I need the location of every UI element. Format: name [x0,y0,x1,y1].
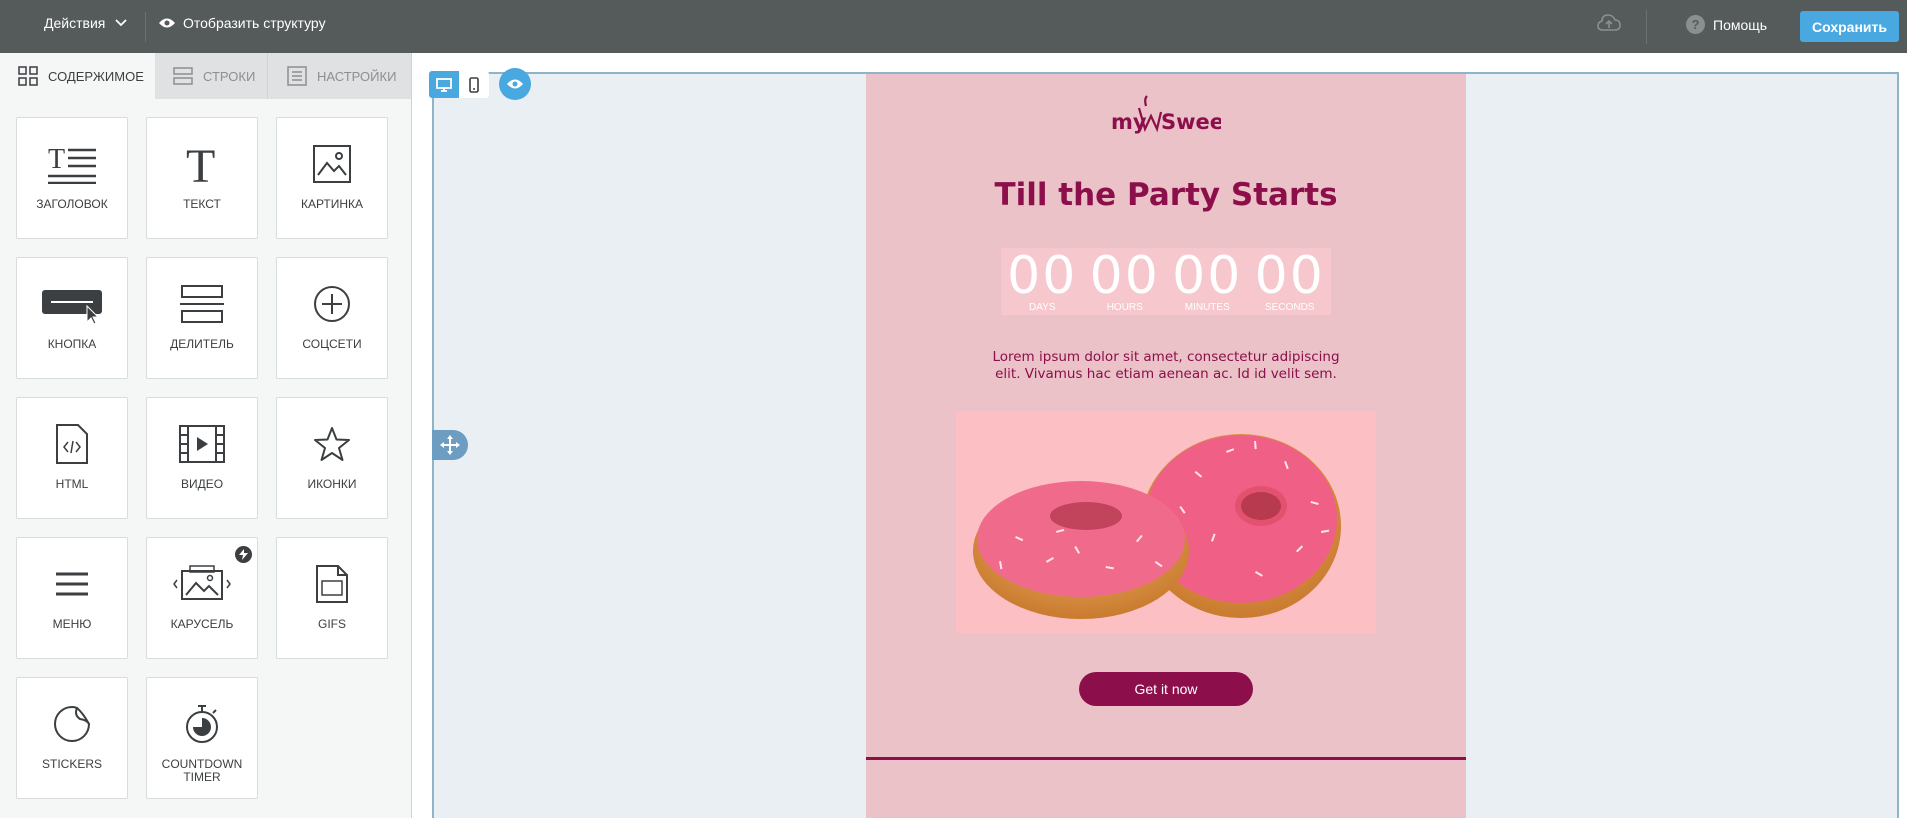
button-icon [17,280,127,328]
mobile-icon [469,76,479,93]
block-label: Картинка [300,197,364,211]
block-gifs[interactable]: GIFs [276,537,388,659]
show-structure-button[interactable]: Отобразить структуру [158,15,326,31]
menu-icon [17,560,127,608]
countdown-seconds: 00 Seconds [1249,248,1331,313]
cloud-upload-icon[interactable] [1597,14,1621,37]
email-body-text[interactable]: Lorem ipsum dolor sit amet, consectetur … [991,349,1341,383]
block-label: Делитель [170,337,234,351]
video-icon [147,420,257,468]
block-video[interactable]: Видео [146,397,258,519]
device-view-toggle [429,71,489,98]
block-heading[interactable]: T Заголовок [16,117,128,239]
svg-text:Sweet: Sweet [1161,110,1221,134]
block-label: HTML [55,477,89,491]
rows-icon [173,67,193,85]
desktop-icon [436,77,452,92]
help-button[interactable]: ? Помощь [1686,15,1767,34]
desktop-view-button[interactable] [429,71,459,98]
top-toolbar: Действия Отобразить структуру ? Помощь С… [0,0,1907,53]
eye-icon [507,79,523,89]
svg-text:T: T [186,142,215,186]
mobile-view-button[interactable] [459,71,489,98]
drag-handle[interactable] [432,430,468,460]
tab-settings[interactable]: Настройки [269,53,411,99]
gif-icon [277,560,387,608]
actions-label: Действия [44,15,106,31]
block-label: Stickers [41,757,102,771]
block-icons[interactable]: Иконки [276,397,388,519]
block-label: Кнопка [47,337,97,351]
save-button[interactable]: Сохранить [1800,11,1899,42]
block-label: Заголовок [36,197,108,211]
help-label: Помощь [1713,16,1768,33]
block-label: Соцсети [302,337,362,351]
countdown-value: 00 [1254,246,1325,306]
show-structure-label: Отобразить структуру [183,15,326,31]
social-icon [277,280,387,328]
divider-icon [147,280,257,328]
heading-icon: T [17,140,127,188]
sidebar-tabs: Содержимое Строки Настройки [0,53,411,99]
block-label: Видео [180,477,224,491]
toolbar-divider [1646,10,1647,44]
block-html[interactable]: HTML [16,397,128,519]
email-divider [866,757,1466,760]
sticker-icon [17,700,127,748]
tab-rows[interactable]: Строки [155,53,268,99]
block-text[interactable]: T Текст [146,117,258,239]
star-icon [277,420,387,468]
svg-text:T: T [48,144,65,175]
countdown-days: 00 Days [1001,248,1083,313]
tab-content[interactable]: Содержимое [0,53,155,99]
block-divider[interactable]: Делитель [146,257,258,379]
block-label: Текст [183,197,221,211]
countdown-value: 00 [1089,246,1160,306]
countdown-value: 00 [1007,246,1078,306]
hero-image-donuts[interactable] [956,411,1376,633]
eye-icon [159,18,175,28]
email-title[interactable]: Till the Party Starts [866,177,1466,213]
block-label: GIFs [317,617,346,631]
brand-logo[interactable]: my Sweet [866,94,1466,141]
chevron-down-icon [115,19,127,27]
tab-content-label: Содержимое [48,68,144,84]
help-icon: ? [1686,15,1705,34]
block-button[interactable]: Кнопка [16,257,128,379]
actions-dropdown[interactable]: Действия [44,15,127,31]
preview-button[interactable] [499,68,531,100]
block-stickers[interactable]: Stickers [16,677,128,799]
email-template[interactable]: my Sweet Till the Party Starts 00 Days 0… [866,74,1466,818]
block-countdown-timer[interactable]: Countdown Timer [146,677,258,799]
tab-settings-label: Настройки [317,68,397,84]
cta-button[interactable]: Get it now [1079,672,1253,706]
grid-icon [18,66,38,86]
countdown-timer[interactable]: 00 Days 00 Hours 00 Minutes 00 Seconds [1001,248,1331,315]
html-icon [17,420,127,468]
content-sidebar: Содержимое Строки Настройки T Заголовок … [0,53,412,818]
image-icon [277,140,387,188]
toolbar-divider [145,12,146,42]
countdown-value: 00 [1172,246,1243,306]
block-label: Меню [52,617,92,631]
block-label: Карусель [170,617,234,631]
block-social[interactable]: Соцсети [276,257,388,379]
carousel-icon [147,560,257,608]
block-image[interactable]: Картинка [276,117,388,239]
block-label: Иконки [307,477,357,491]
block-menu[interactable]: Меню [16,537,128,659]
move-icon [440,435,460,455]
block-carousel[interactable]: Карусель [146,537,258,659]
settings-list-icon [287,66,307,86]
block-label: Countdown Timer [161,757,243,784]
countdown-minutes: 00 Minutes [1166,248,1248,313]
tab-rows-label: Строки [203,68,256,84]
countdown-hours: 00 Hours [1084,248,1166,313]
text-icon: T [147,140,257,188]
stopwatch-icon [147,700,257,748]
